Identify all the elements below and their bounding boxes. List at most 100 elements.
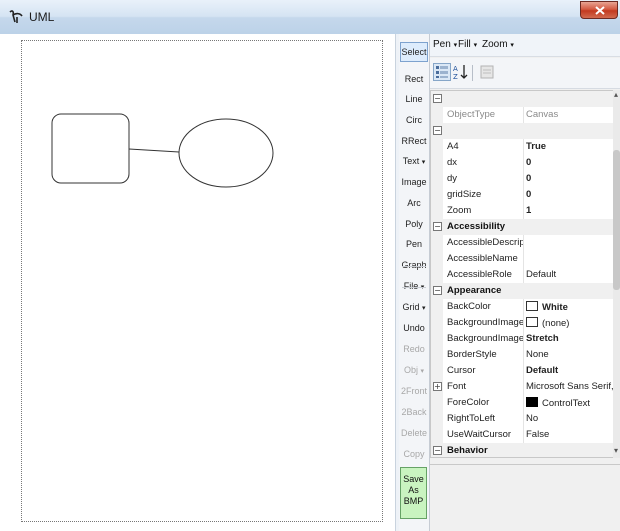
property-grid-scrollbar[interactable]: ▴ ▾ — [613, 90, 620, 458]
tool-arc[interactable]: Arc — [400, 193, 428, 213]
property-value[interactable]: ControlText — [526, 397, 614, 409]
category-name: Behavior — [447, 445, 488, 456]
tool-graph[interactable]: Graph — [400, 255, 428, 275]
row-gutter — [431, 235, 443, 251]
tool-grid[interactable]: Grid ▾ — [400, 297, 428, 317]
style-menubar: Pen ▾ Fill ▾ Zoom ▾ — [430, 34, 620, 57]
row-gutter — [431, 363, 443, 379]
column-divider — [523, 315, 524, 331]
collapse-icon[interactable]: − — [433, 94, 442, 103]
tool-label: Text — [402, 156, 420, 166]
close-button[interactable] — [580, 1, 618, 19]
expand-icon[interactable]: + — [433, 382, 442, 391]
diagram-shapes — [51, 113, 274, 188]
property-value[interactable]: Microsoft Sans Serif, 8. — [526, 381, 614, 392]
properties-panel: Pen ▾ Fill ▾ Zoom ▾ A Z − ObjectType Can… — [430, 34, 620, 531]
tool-file[interactable]: File ▾ — [400, 276, 428, 296]
tool-rrect[interactable]: RRect — [400, 131, 428, 151]
property-row[interactable]: BorderStyle None — [431, 347, 614, 363]
property-name: Cursor — [447, 365, 476, 376]
property-row[interactable]: gridSize 0 — [431, 187, 614, 203]
collapse-icon[interactable]: − — [433, 446, 442, 455]
property-row[interactable]: ObjectType Canvas — [431, 107, 614, 123]
collapse-icon[interactable]: − — [433, 126, 442, 135]
tool-label: Grid — [402, 302, 420, 312]
property-value[interactable]: 0 — [526, 157, 614, 168]
property-row[interactable]: RightToLeft No — [431, 411, 614, 427]
property-value[interactable]: Canvas — [526, 109, 614, 120]
property-row[interactable]: + Font Microsoft Sans Serif, 8. — [431, 379, 614, 395]
property-row[interactable]: ForeColor ControlText — [431, 395, 614, 411]
row-gutter — [431, 299, 443, 315]
collapse-icon[interactable]: − — [433, 286, 442, 295]
column-divider — [523, 299, 524, 315]
tool-2front[interactable]: 2Front — [400, 381, 428, 401]
property-value[interactable]: 0 — [526, 189, 614, 200]
property-category-row[interactable]: − Appearance — [431, 283, 614, 299]
property-row[interactable]: BackgroundImage (none) — [431, 315, 614, 331]
tool-text[interactable]: Text ▾ — [400, 151, 428, 171]
menu-fill[interactable]: Fill ▾ — [458, 39, 477, 50]
property-row[interactable]: A4 True — [431, 139, 614, 155]
save-as-bmp-button[interactable]: Save As BMP — [400, 467, 427, 519]
scroll-up-arrow-icon[interactable]: ▴ — [614, 90, 618, 99]
property-value[interactable]: 0 — [526, 173, 614, 184]
collapse-icon[interactable]: − — [433, 222, 442, 231]
tool-line[interactable]: Line — [400, 89, 428, 109]
menu-pen[interactable]: Pen ▾ — [433, 39, 457, 50]
categorized-view-button[interactable] — [433, 63, 451, 81]
property-category-row[interactable]: − Behavior — [431, 443, 614, 457]
tool-poly[interactable]: Poly — [400, 214, 428, 234]
property-grid[interactable]: − ObjectType Canvas − A4 True dx 0 dy 0 gridSize 0 Z… — [430, 90, 615, 458]
column-divider — [523, 363, 524, 379]
save-button-label: As — [408, 485, 419, 495]
tool-label: 2Front — [400, 386, 427, 396]
title-bar[interactable]: UML — [0, 0, 620, 35]
property-value[interactable]: Stretch — [526, 333, 614, 344]
property-row[interactable]: dx 0 — [431, 155, 614, 171]
property-value[interactable]: 1 — [526, 205, 614, 216]
property-row[interactable]: AccessibleDescriptio — [431, 235, 614, 251]
property-value[interactable]: No — [526, 413, 614, 424]
tool-label: File — [403, 281, 419, 291]
property-value[interactable]: Default — [526, 269, 614, 280]
property-value[interactable]: False — [526, 429, 614, 440]
property-category-row[interactable]: − — [431, 91, 614, 107]
property-row[interactable]: AccessibleName — [431, 251, 614, 267]
alphabetical-view-button[interactable]: A Z — [452, 63, 470, 81]
property-row[interactable]: BackgroundImageLaStretch — [431, 331, 614, 347]
drawing-area — [0, 34, 395, 531]
property-category-row[interactable]: − — [431, 123, 614, 139]
drawing-canvas[interactable] — [21, 40, 383, 522]
property-value[interactable]: Default — [526, 365, 614, 376]
property-value[interactable]: True — [526, 141, 614, 152]
tool-image[interactable]: Image — [400, 172, 428, 192]
tool-pen[interactable]: Pen — [400, 234, 428, 254]
scrollbar-thumb[interactable] — [613, 150, 620, 290]
property-row[interactable]: dy 0 — [431, 171, 614, 187]
property-pages-button[interactable] — [478, 63, 496, 81]
tool-circ[interactable]: Circ — [400, 110, 428, 130]
row-gutter — [431, 395, 443, 411]
property-row[interactable]: BackColor White — [431, 299, 614, 315]
tool-copy[interactable]: Copy — [400, 444, 428, 464]
property-value[interactable]: White — [526, 301, 614, 313]
menu-zoom[interactable]: Zoom ▾ — [482, 39, 514, 50]
property-row[interactable]: Zoom 1 — [431, 203, 614, 219]
tool-obj[interactable]: Obj ▾ — [400, 360, 428, 380]
tool-redo[interactable]: Redo — [400, 339, 428, 359]
tool-delete[interactable]: Delete — [400, 423, 428, 443]
tool-undo[interactable]: Undo — [400, 318, 428, 338]
tool-select[interactable]: Select — [400, 42, 428, 62]
property-category-row[interactable]: − Accessibility — [431, 219, 614, 235]
property-value[interactable]: (none) — [526, 317, 614, 329]
tool-2back[interactable]: 2Back — [400, 402, 428, 422]
property-row[interactable]: UseWaitCursor False — [431, 427, 614, 443]
property-value-text: White — [542, 302, 568, 313]
property-value[interactable]: None — [526, 349, 614, 360]
scroll-down-arrow-icon[interactable]: ▾ — [614, 446, 618, 455]
tool-rect[interactable]: Rect — [400, 69, 428, 89]
row-gutter — [431, 107, 443, 123]
property-row[interactable]: AccessibleRole Default — [431, 267, 614, 283]
property-row[interactable]: Cursor Default — [431, 363, 614, 379]
